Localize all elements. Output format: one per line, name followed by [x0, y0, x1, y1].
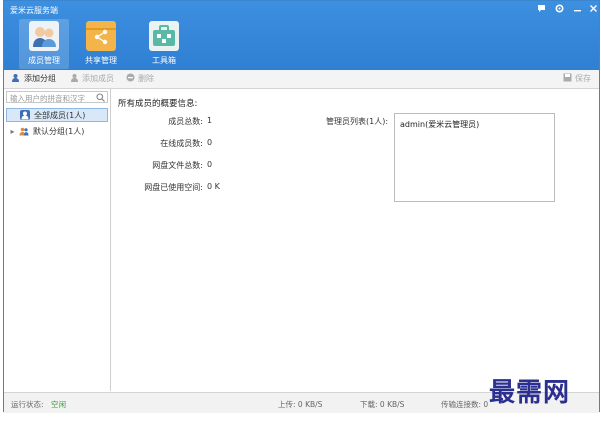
toolbox-icon: [149, 21, 179, 51]
stat-value-total: 1: [207, 116, 213, 125]
stat-value-used-space: 0 K: [207, 182, 220, 191]
nav-toolbox[interactable]: 工具箱: [139, 19, 189, 69]
tree-item-all-members[interactable]: 全部成员(1人): [6, 108, 108, 122]
search-icon[interactable]: [96, 93, 105, 102]
nav-members[interactable]: 成员管理: [19, 19, 69, 69]
connection-count: 传输连接数: 0: [441, 400, 489, 409]
watermark: 最需网: [489, 378, 571, 408]
overview-title: 所有成员的概要信息:: [118, 99, 198, 109]
stat-label-total: 成员总数:: [168, 117, 203, 126]
save-label: 保存: [575, 74, 591, 83]
admin-list-label: 管理员列表(1人):: [326, 117, 389, 126]
stat-label-used-space: 网盘已使用空间:: [144, 183, 203, 192]
app-title: 爱米云服务端: [10, 6, 58, 15]
stat-label-files: 网盘文件总数:: [152, 161, 203, 170]
member-search-input[interactable]: 输入用户的拼音和汉字: [6, 91, 108, 103]
members-icon: [29, 21, 59, 51]
tree-item-label: 全部成员(1人): [34, 111, 86, 120]
app-window: 爱米云服务端 成员管理 共享管理 工具箱 添加分组 添加成员 删除 保存 输入用…: [3, 0, 600, 413]
save-icon: [563, 73, 572, 82]
close-icon[interactable]: [589, 4, 598, 16]
feedback-icon[interactable]: [537, 4, 546, 16]
group-sidebar: 输入用户的拼音和汉字 全部成员(1人) ▸ 默认分组(1人): [4, 89, 111, 391]
nav-toolbox-label: 工具箱: [152, 56, 176, 65]
stat-value-files: 0: [207, 160, 213, 169]
admin-list-item[interactable]: admin(爱米云管理员): [400, 119, 479, 130]
save-button[interactable]: 保存: [563, 73, 591, 84]
admin-list[interactable]: admin(爱米云管理员): [394, 113, 555, 202]
settings-icon[interactable]: [555, 4, 564, 16]
group-icon: [19, 126, 29, 136]
expand-arrow-icon[interactable]: ▸: [6, 125, 19, 139]
running-status-value: 空闲: [51, 400, 66, 409]
nav-share[interactable]: 共享管理: [76, 19, 126, 69]
search-placeholder: 输入用户的拼音和汉字: [10, 94, 85, 103]
title-bar: 爱米云服务端 成员管理 共享管理 工具箱: [4, 1, 599, 70]
nav-share-label: 共享管理: [85, 56, 117, 65]
delete-button[interactable]: 删除: [126, 73, 154, 84]
add-group-label: 添加分组: [24, 74, 56, 83]
stat-label-online: 在线成员数:: [160, 139, 203, 148]
add-member-button[interactable]: 添加成员: [70, 73, 114, 84]
all-members-icon: [20, 110, 30, 120]
download-speed: 下载: 0 KB/S: [360, 400, 405, 409]
tree-item-default-group[interactable]: ▸ 默认分组(1人): [6, 125, 108, 139]
tree-item-label: 默认分组(1人): [33, 127, 85, 136]
overview-panel: 所有成员的概要信息: 成员总数: 1 在线成员数: 0 网盘文件总数: 0 网盘…: [111, 89, 599, 391]
delete-label: 删除: [138, 74, 154, 83]
running-status-label: 运行状态:: [11, 400, 44, 409]
nav-members-label: 成员管理: [28, 56, 60, 65]
minimize-icon[interactable]: [573, 4, 582, 16]
add-group-button[interactable]: 添加分组: [12, 73, 56, 84]
stat-value-online: 0: [207, 138, 213, 147]
delete-icon: [126, 73, 135, 82]
add-member-label: 添加成员: [82, 74, 114, 83]
share-icon: [86, 21, 116, 51]
add-member-icon: [70, 73, 79, 82]
action-toolbar: 添加分组 添加成员 删除 保存: [4, 70, 599, 89]
add-group-icon: [12, 73, 21, 82]
upload-speed: 上传: 0 KB/S: [278, 400, 323, 409]
